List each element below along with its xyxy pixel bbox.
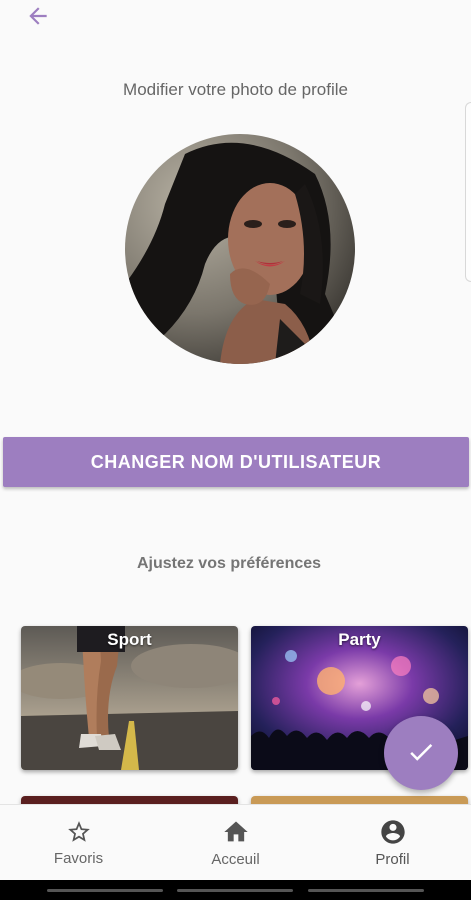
nav-item-profil[interactable]: Profil xyxy=(314,805,471,880)
system-handle xyxy=(307,888,424,892)
nav-label-favoris: Favoris xyxy=(53,849,104,867)
back-button[interactable] xyxy=(22,2,54,32)
card-label-sport: Sport xyxy=(107,630,152,649)
check-icon xyxy=(406,737,436,770)
nav-label-acceuil: Acceuil xyxy=(211,850,260,868)
nav-item-acceuil[interactable]: Acceuil xyxy=(157,805,314,880)
system-handle xyxy=(177,888,294,892)
bottom-navigation: Favoris Acceuil Profil xyxy=(0,804,471,880)
change-username-button[interactable]: CHANGER NOM D'UTILISATEUR xyxy=(3,437,469,487)
edge-panel-handle[interactable] xyxy=(465,102,471,282)
home-icon xyxy=(222,818,250,846)
star-outline-icon xyxy=(66,819,92,845)
system-handle xyxy=(47,888,164,892)
nav-label-profil: Profil xyxy=(375,850,410,868)
card-label-party: Party xyxy=(338,630,381,649)
confirm-fab[interactable] xyxy=(384,716,458,790)
preference-card-sport[interactable]: Sport xyxy=(21,626,238,770)
profile-photo[interactable] xyxy=(125,134,355,364)
nav-item-favoris[interactable]: Favoris xyxy=(0,805,157,880)
account-circle-icon xyxy=(379,818,407,846)
preferences-title: Ajustez vos préférences xyxy=(136,555,322,572)
arrow-back-icon xyxy=(25,3,51,32)
page-title: Modifier votre photo de profile xyxy=(123,80,348,99)
system-navigation-bar xyxy=(0,880,471,900)
